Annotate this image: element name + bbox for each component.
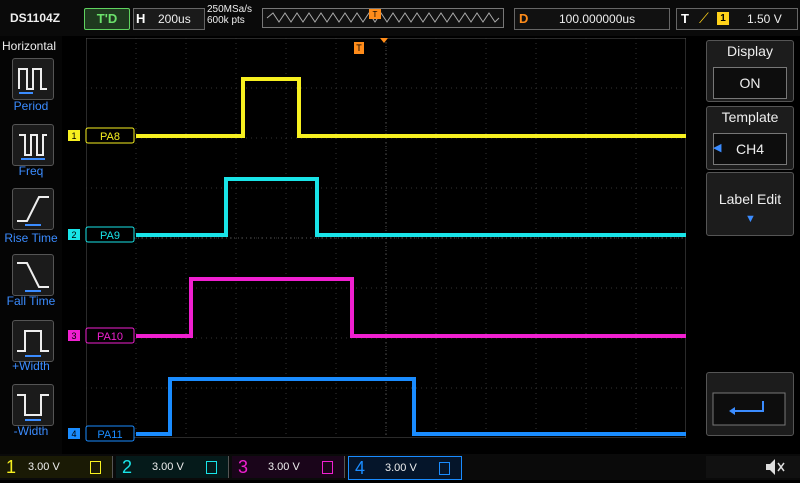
label-edit-title: Label Edit: [718, 191, 782, 207]
neg-width-label: -Width: [13, 424, 49, 438]
pos-width-label: +Width: [12, 359, 50, 373]
fall-time-label: Fall Time: [6, 294, 56, 308]
ch4-scale: 3.00 V: [385, 462, 417, 474]
ch4-number: 4: [355, 458, 366, 478]
ch2-tab[interactable]: 2 3.00 V: [116, 456, 229, 478]
horizontal-label: H: [136, 11, 146, 26]
ch1-scale: 3.00 V: [28, 461, 60, 473]
ch4-tab[interactable]: 4 3.00 V: [348, 456, 462, 480]
delay-value: 100.000000us: [559, 12, 636, 26]
model-name: DS1104Z: [10, 11, 61, 25]
freq-button[interactable]: [12, 124, 54, 166]
ch4-impedance-icon: [439, 462, 450, 475]
ch4-trace: [136, 377, 686, 436]
display-title: Display: [727, 43, 773, 59]
period-button[interactable]: [12, 58, 54, 100]
ch2-trace: [136, 177, 686, 237]
neg-width-button[interactable]: [12, 384, 54, 426]
ch1-impedance-icon: [90, 461, 101, 474]
fall-time-button[interactable]: [12, 254, 54, 296]
waveform-display[interactable]: [86, 38, 686, 438]
traces: [136, 77, 686, 436]
trigger-status: T'D: [84, 8, 130, 30]
period-icon: [18, 68, 47, 94]
timebase-box[interactable]: H 200us: [133, 8, 205, 30]
template-title: Template: [721, 109, 779, 125]
enter-button[interactable]: [706, 372, 794, 436]
display-value: ON: [713, 67, 787, 99]
status-bar: DS1104Z T'D H 200us 250MSa/s 600k pts T …: [0, 0, 800, 36]
measure-menu: Horizontal Period Freq Rise Time Fall Ti…: [0, 36, 62, 454]
ch1-number: 1: [6, 457, 17, 477]
menu-title: Horizontal: [2, 39, 57, 53]
svg-text:2: 2: [71, 230, 76, 240]
memory-depth: 600k pts: [207, 15, 245, 26]
rise-time-icon: [17, 196, 49, 226]
ch3-scale: 3.00 V: [268, 461, 300, 473]
acquisition-info: 250MSa/s 600k pts: [207, 4, 252, 26]
template-button[interactable]: Template CH4 ◀: [706, 106, 794, 170]
ch3-impedance-icon: [322, 461, 333, 474]
ch2-scale: 3.00 V: [152, 461, 184, 473]
rise-time-button[interactable]: [12, 188, 54, 230]
speaker-area[interactable]: [706, 456, 800, 478]
ch2-number: 2: [122, 457, 133, 477]
svg-text:4: 4: [71, 429, 76, 439]
enter-icon: [712, 392, 786, 426]
delay-box[interactable]: D 100.000000us: [514, 8, 670, 30]
speaker-mute-icon: [766, 459, 785, 475]
sample-rate: 250MSa/s: [207, 4, 253, 15]
period-label: Period: [13, 99, 49, 113]
memory-overview[interactable]: T: [262, 8, 504, 28]
fall-time-icon: [17, 262, 49, 292]
ch1-tab[interactable]: 1 3.00 V: [0, 456, 113, 478]
svg-text:3: 3: [71, 331, 76, 341]
display-button[interactable]: Display ON: [706, 40, 794, 102]
left-arrow-icon: ◀: [713, 142, 722, 154]
timebase-value: 200us: [158, 12, 191, 26]
pos-width-button[interactable]: [12, 320, 54, 362]
svg-text:T: T: [373, 10, 378, 19]
ch3-tab[interactable]: 3 3.00 V: [232, 456, 345, 478]
label-edit-button[interactable]: Label Edit ▼: [706, 172, 794, 236]
pos-width-icon: [17, 330, 49, 357]
down-arrow-icon: ▼: [745, 213, 756, 225]
trigger-label: T: [681, 11, 689, 26]
neg-width-icon: [17, 394, 49, 421]
channel-bar: 1 3.00 V 2 3.00 V 3 3.00 V 4 3.00 V: [0, 454, 800, 480]
trigger-box[interactable]: T ⟋ 1 1.50 V: [676, 8, 798, 30]
trigger-level: 1.50 V: [747, 12, 782, 26]
ch3-number: 3: [238, 457, 249, 477]
rising-edge-icon: ⟋: [699, 10, 709, 26]
label-menu: Display ON Template CH4 ◀ Label Edit ▼: [702, 38, 800, 452]
svg-text:1: 1: [71, 131, 76, 141]
freq-icon: [19, 134, 47, 160]
template-value: CH4: [713, 133, 787, 165]
rise-time-label: Rise Time: [4, 231, 58, 245]
ch2-impedance-icon: [206, 461, 217, 474]
freq-label: Freq: [18, 164, 44, 178]
delay-label: D: [519, 11, 529, 26]
memory-waveform-icon: T: [266, 9, 500, 23]
trigger-source: 1: [717, 12, 729, 25]
